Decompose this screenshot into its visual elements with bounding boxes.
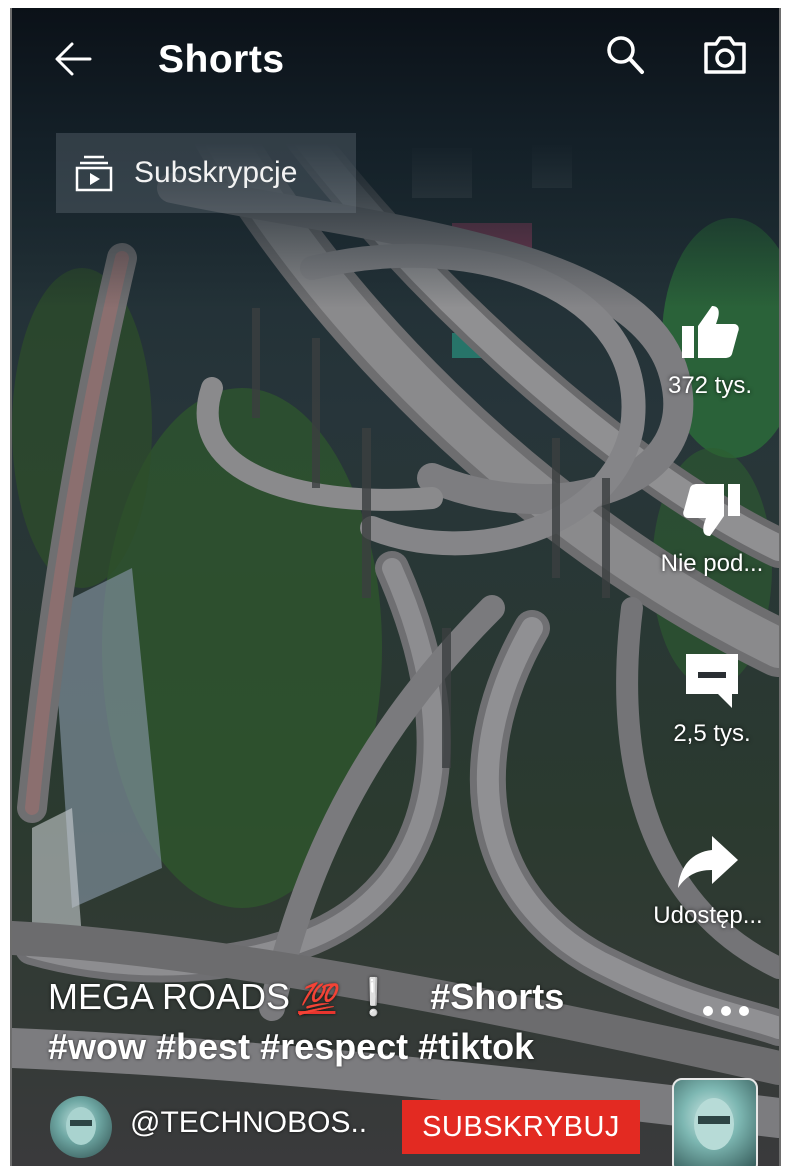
- subscriptions-label: Subskrypcje: [134, 156, 298, 189]
- like-button[interactable]: 372 tys.: [630, 300, 779, 400]
- channel-handle[interactable]: @TECHNOBOS..: [130, 1106, 367, 1140]
- like-count: 372 tys.: [667, 372, 753, 399]
- avatar-face-icon: [66, 1107, 96, 1145]
- dislike-button[interactable]: Nie pod...: [632, 478, 779, 578]
- share-label: Udostęp...: [653, 902, 763, 929]
- sound-thumbnail[interactable]: [672, 1078, 758, 1166]
- thumbs-down-icon: [683, 484, 740, 536]
- exclamation-emoji: ❕: [351, 976, 397, 1017]
- caption-title: MEGA ROADS: [48, 976, 291, 1017]
- search-icon[interactable]: [602, 32, 648, 78]
- shorts-player[interactable]: Shorts Subskrypcje 372 tys. Nie pod... 2…: [10, 8, 781, 1166]
- thumbs-up-icon: [682, 306, 739, 358]
- subscribe-button[interactable]: SUBSKRYBUJ: [402, 1100, 640, 1154]
- more-dots-icon[interactable]: [696, 996, 756, 1026]
- camera-icon[interactable]: [700, 30, 750, 80]
- hundred-emoji: 💯: [298, 983, 336, 1016]
- share-button[interactable]: Udostęp...: [628, 830, 779, 930]
- caption-hashtags[interactable]: #wow #best #respect #tiktok: [48, 1023, 608, 1070]
- comment-count: 2,5 tys.: [673, 720, 751, 747]
- top-bar: Shorts: [12, 8, 779, 108]
- video-caption[interactable]: MEGA ROADS 💯 ❕ #Shorts #wow #best #respect …: [48, 973, 608, 1070]
- share-arrow-icon: [678, 836, 738, 888]
- hashtag-shorts[interactable]: #Shorts: [430, 976, 564, 1017]
- avatar-face-icon: [694, 1098, 734, 1150]
- comment-icon: [686, 654, 738, 708]
- page-title: Shorts: [158, 38, 285, 81]
- arrow-left-icon[interactable]: [50, 36, 96, 82]
- channel-row: @TECHNOBOS.. SUBSKRYBUJ: [12, 1078, 779, 1166]
- comments-button[interactable]: 2,5 tys.: [632, 648, 779, 748]
- subscriptions-chip[interactable]: Subskrypcje: [56, 133, 356, 213]
- channel-avatar[interactable]: [50, 1096, 112, 1158]
- subscriptions-icon: [75, 155, 113, 192]
- dislike-label: Nie pod...: [660, 550, 764, 577]
